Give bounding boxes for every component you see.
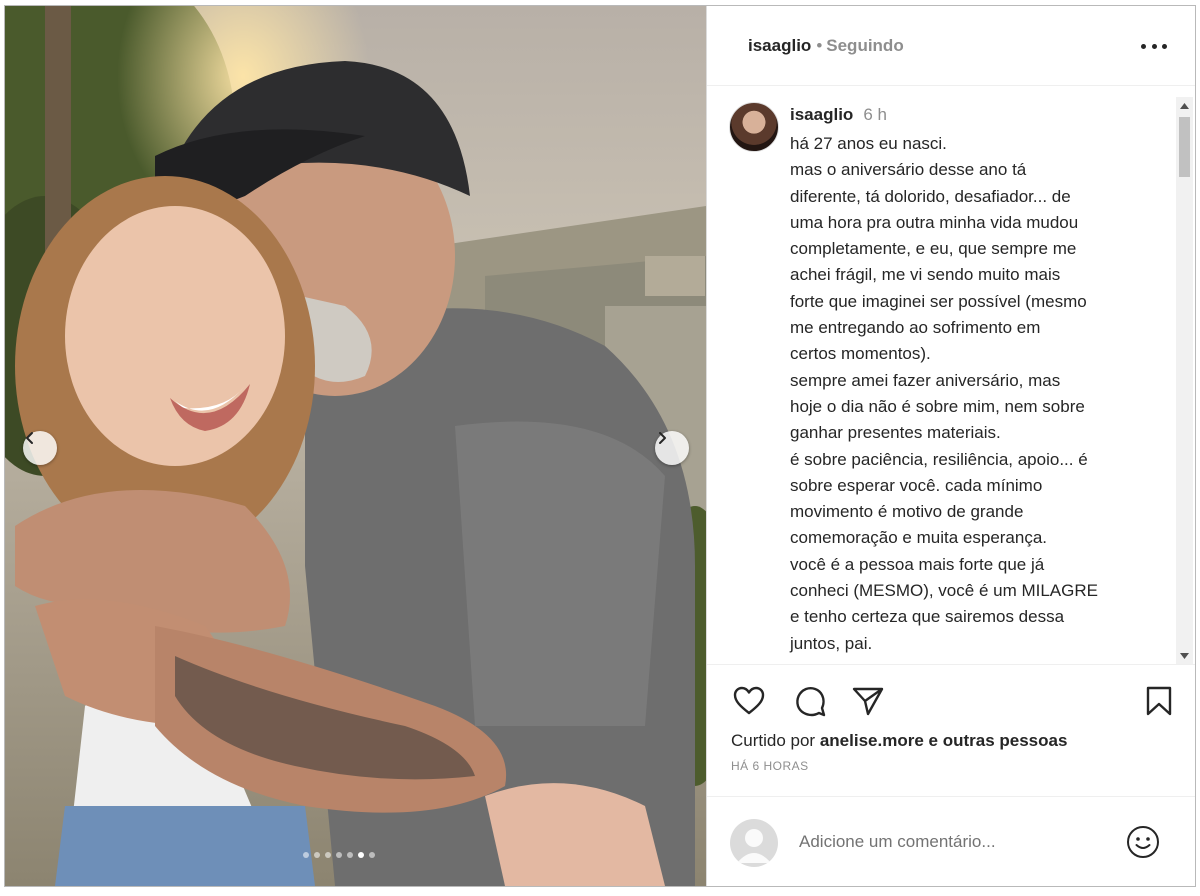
emoji-button[interactable] <box>1125 824 1161 860</box>
scroll-up-button[interactable] <box>1176 97 1193 114</box>
default-user-icon <box>737 829 771 863</box>
likes-prefix: Curtido por <box>731 731 816 750</box>
caption-line: achei frágil, me vi sendo muito mais <box>790 265 1061 285</box>
carousel-dot <box>325 852 331 858</box>
caption-time: 6 h <box>863 105 887 124</box>
next-photo-button[interactable] <box>655 431 689 465</box>
caption-line: há 27 anos eu nasci. <box>790 134 947 153</box>
caption-line: me entregando ao sofrimento em <box>790 318 1041 338</box>
heart-icon <box>733 686 765 715</box>
caption-line: mas o aniversário desse ano tá <box>790 160 1027 180</box>
scroll-down-button[interactable] <box>1176 647 1193 664</box>
caption-text: há 27 anos eu nasci. mas o aniversário d… <box>790 131 1170 657</box>
header-separator: • <box>816 35 823 55</box>
caption-line: hoje o dia não é sobre mim, nem sobre <box>790 396 1085 416</box>
chevron-left-icon <box>26 432 33 444</box>
caption-scrollbar[interactable] <box>1176 97 1193 664</box>
following-button[interactable]: Seguindo <box>826 36 903 56</box>
bookmark-icon <box>1146 686 1172 716</box>
instagram-post-window: isaaglio • Seguindo isaaglio 6 h há 27 an… <box>4 5 1196 887</box>
triangle-down-icon <box>1180 652 1189 659</box>
caption-line: juntos, pai. <box>790 633 873 653</box>
share-button[interactable] <box>850 683 886 719</box>
smiley-icon <box>1127 826 1159 858</box>
scroll-thumb[interactable] <box>1179 117 1190 177</box>
previous-photo-button[interactable] <box>23 431 57 465</box>
comment-button[interactable] <box>792 683 828 719</box>
carousel-dot <box>303 852 309 858</box>
save-button[interactable] <box>1141 683 1177 719</box>
carousel-indicator <box>303 852 375 858</box>
carousel-dot <box>369 852 375 858</box>
send-icon <box>852 687 884 716</box>
triangle-up-icon <box>1180 102 1189 109</box>
carousel-dot <box>347 852 353 858</box>
caption-line: diferente, tá dolorido, desafiador... de <box>790 186 1071 206</box>
post-timestamp[interactable]: HÁ 6 HORAS <box>731 759 809 773</box>
post-side-panel: isaaglio • Seguindo isaaglio 6 h há 27 an… <box>706 6 1195 886</box>
avatar[interactable] <box>729 102 779 152</box>
header-username[interactable]: isaaglio <box>748 36 811 56</box>
caption-line: uma hora pra outra minha vida mudou <box>790 212 1079 232</box>
more-dot <box>1162 43 1167 49</box>
comment-input[interactable] <box>799 827 1099 857</box>
likes-user-link[interactable]: anelise.more <box>820 731 924 750</box>
photo-illustration <box>5 6 706 886</box>
caption-line: comemoração e muita esperança. <box>790 528 1048 548</box>
caption-line: certos momentos). <box>790 344 931 364</box>
caption-line: sempre amei fazer aniversário, mas <box>790 370 1061 390</box>
post-photo[interactable] <box>5 6 706 886</box>
likes-summary[interactable]: Curtido por anelise.more e outras pessoa… <box>731 731 1067 751</box>
caption-line: sobre esperar você. cada mínimo <box>790 475 1043 495</box>
carousel-dot <box>314 852 320 858</box>
carousel-dot <box>336 852 342 858</box>
caption-header: isaaglio 6 h <box>790 105 887 125</box>
caption-line: completamente, e eu, que sempre me <box>790 239 1077 259</box>
post-header: isaaglio • Seguindo <box>707 6 1195 86</box>
caption-username[interactable]: isaaglio <box>790 105 853 124</box>
caption-line: é sobre paciência, resiliência, apoio...… <box>790 449 1088 469</box>
more-options-button[interactable] <box>1141 36 1167 56</box>
more-horizontal-icon <box>1141 43 1146 49</box>
carousel-dot <box>358 852 364 858</box>
comment-box <box>707 796 1195 886</box>
caption-line: movimento é motivo de grande <box>790 502 1024 522</box>
caption-line: e tenho certeza que sairemos dessa <box>790 607 1065 627</box>
caption-line: você é a pessoa mais forte que já <box>790 554 1045 574</box>
more-dot <box>1151 43 1157 49</box>
caption-line: forte que imaginei ser possível (mesmo <box>790 291 1087 311</box>
current-user-avatar <box>730 819 778 867</box>
caption-line: ganhar presentes materiais. <box>790 423 1001 443</box>
chevron-right-icon <box>659 432 666 444</box>
comment-icon <box>796 687 826 717</box>
action-bar <box>707 664 1195 734</box>
caption-line: conheci (MESMO), você é um MILAGRE <box>790 581 1098 601</box>
like-button[interactable] <box>731 683 767 719</box>
caption-scroll-area[interactable]: isaaglio 6 h há 27 anos eu nasci. mas o a… <box>707 87 1195 663</box>
likes-others-link[interactable]: e outras pessoas <box>929 731 1068 750</box>
